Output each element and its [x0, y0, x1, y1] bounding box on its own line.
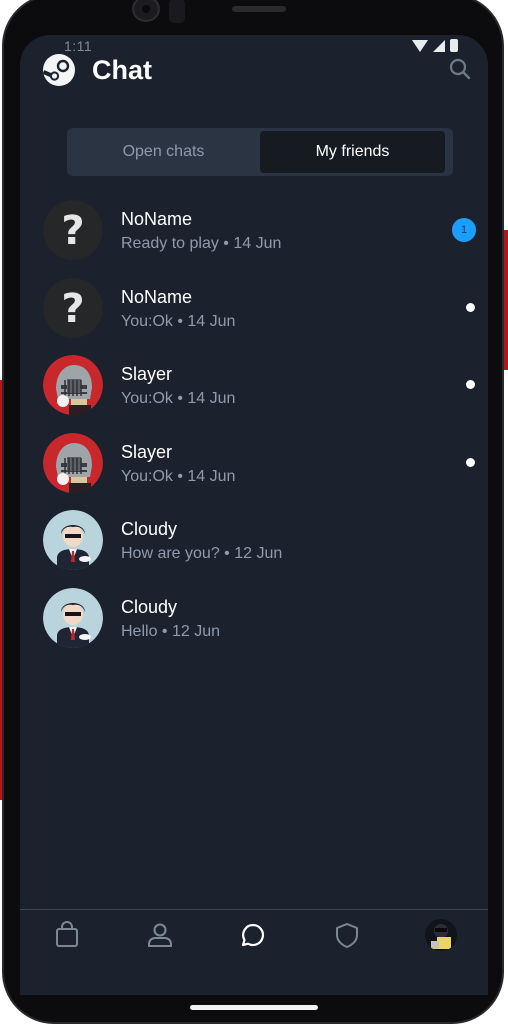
front-camera — [132, 0, 160, 22]
online-dot-icon — [466, 302, 475, 312]
earpiece-speaker — [232, 6, 286, 12]
chat-name: Cloudy — [121, 596, 178, 617]
avatar — [43, 587, 103, 648]
guard-shield-icon[interactable] — [332, 920, 362, 950]
chat-name: Slayer — [121, 441, 173, 462]
svg-text:?: ? — [61, 286, 84, 332]
chat-last-message: You:Ok • 14 Jun — [121, 467, 236, 485]
bottom-navigation — [20, 909, 488, 995]
avatar — [43, 510, 103, 571]
chat-tabs: Open chats My friends — [67, 128, 453, 176]
chat-last-message: You:Ok • 14 Jun — [121, 312, 236, 330]
chat-list: ? NoName Ready to play • 14 Jun 1? NoName You… — [20, 195, 488, 661]
chat-row[interactable]: ? NoName You:Ok • 14 Jun — [20, 273, 488, 351]
app-header: Chat — [20, 51, 488, 91]
page-title: Chat — [92, 55, 152, 85]
wifi-icon — [412, 39, 428, 52]
store-icon[interactable] — [52, 920, 82, 950]
chat-row[interactable]: Cloudy How are you? • 12 Jun — [20, 505, 488, 583]
online-dot-icon — [466, 457, 475, 467]
avatar — [43, 355, 103, 416]
steam-logo-icon — [42, 54, 75, 86]
chat-row[interactable]: Slayer You:Ok • 14 Jun — [20, 428, 488, 506]
svg-text:?: ? — [61, 208, 84, 254]
chat-row[interactable]: ? NoName Ready to play • 14 Jun 1 — [20, 195, 488, 273]
search-icon[interactable] — [448, 57, 472, 81]
chat-name: Slayer — [121, 364, 173, 385]
avatar: ? — [43, 277, 103, 338]
chat-last-message: You:Ok • 14 Jun — [121, 390, 236, 408]
chat-last-message: How are you? • 12 Jun — [121, 545, 283, 563]
chat-name: Cloudy — [121, 519, 178, 540]
chat-row[interactable]: Cloudy Hello • 12 Jun — [20, 583, 488, 661]
sensor — [169, 0, 185, 23]
online-dot-icon — [466, 380, 475, 390]
tab-my-friends[interactable]: My friends — [260, 131, 445, 173]
signal-icon — [433, 39, 445, 52]
chat-last-message: Hello • 12 Jun — [121, 622, 220, 640]
user-avatar-image — [425, 919, 457, 951]
home-indicator[interactable] — [190, 1005, 318, 1010]
avatar: ? — [43, 200, 103, 260]
chat-last-message: Ready to play • 14 Jun — [121, 235, 282, 252]
tab-open-chats[interactable]: Open chats — [70, 131, 257, 173]
user-avatar[interactable] — [425, 919, 457, 951]
unread-badge: 1 — [452, 218, 476, 242]
profile-icon[interactable] — [145, 920, 175, 950]
avatar — [43, 432, 103, 493]
app-screen: 1:11 Chat Open chats My friends ? NoName R… — [20, 35, 488, 995]
chat-name: NoName — [121, 209, 193, 229]
chat-name: NoName — [121, 286, 193, 307]
chat-icon[interactable] — [238, 920, 268, 950]
chat-row[interactable]: Slayer You:Ok • 14 Jun — [20, 350, 488, 428]
